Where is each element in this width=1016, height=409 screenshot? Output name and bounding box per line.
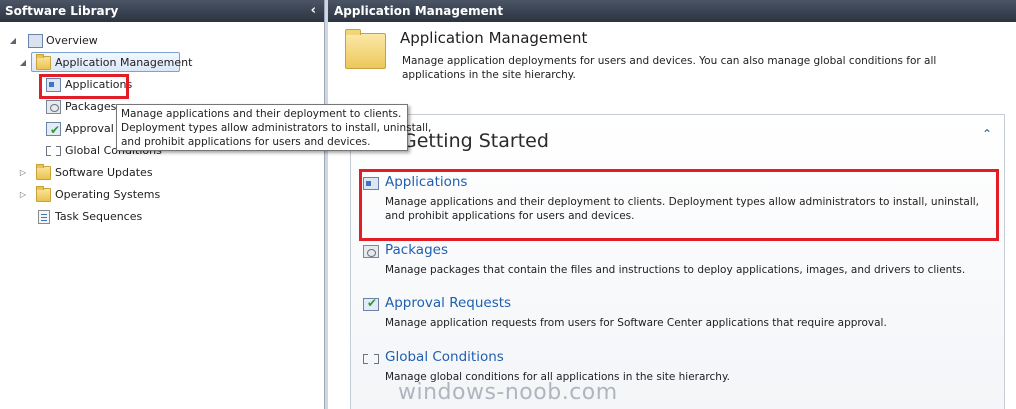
packages-link[interactable]: Packages xyxy=(385,242,448,258)
tooltip-line: Deployment types allow administrators to… xyxy=(121,122,432,134)
highlight-box-applications-node xyxy=(39,74,129,99)
expanded-arrow-icon[interactable]: ◢ xyxy=(18,53,28,73)
collapsed-arrow-icon[interactable]: ▷ xyxy=(18,185,28,205)
application-management-folder-icon xyxy=(345,29,386,69)
expanded-arrow-icon[interactable]: ◢ xyxy=(8,31,18,51)
tree-item-label: Application Management xyxy=(55,56,193,69)
tree-item-label: Software Updates xyxy=(55,166,153,179)
tree-item-task-sequences[interactable]: Task Sequences xyxy=(0,207,200,227)
tooltip-line: and prohibit applications for users and … xyxy=(121,136,371,148)
page-title: Application Management xyxy=(400,29,588,47)
packages-icon xyxy=(363,245,379,258)
navigation-pane-header: Software Library ‹ xyxy=(0,0,324,22)
tree-item-application-management[interactable]: ◢ Application Management xyxy=(0,53,200,73)
content-pane-header: Application Management xyxy=(328,0,1016,22)
item-description: Manage application requests from users f… xyxy=(385,317,887,329)
overview-icon xyxy=(28,34,43,48)
folder-icon xyxy=(36,186,51,202)
watermark: windows-noob.com xyxy=(398,380,618,405)
tooltip-line: Manage applications and their deployment… xyxy=(121,108,402,120)
packages-icon xyxy=(46,100,61,114)
folder-icon xyxy=(36,54,51,70)
tree-item-label: Overview xyxy=(46,34,98,47)
collapse-pane-icon[interactable]: ‹ xyxy=(311,0,316,22)
tree-item-label: Operating Systems xyxy=(55,188,161,201)
tree-item-software-updates[interactable]: ▷ Software Updates xyxy=(0,163,200,183)
navigation-pane: Software Library ‹ ◢ Overview ◢ Applicat… xyxy=(0,0,431,409)
highlight-box-applications-item xyxy=(359,169,999,241)
global-conditions-link[interactable]: Global Conditions xyxy=(385,349,504,365)
getting-started-panel: Getting Started ⌃ Applications Manage ap… xyxy=(350,114,1005,409)
navigation-pane-title: Software Library xyxy=(5,4,119,18)
approval-requests-icon xyxy=(46,120,61,140)
global-conditions-icon xyxy=(363,352,379,365)
content-pane: Application Management Application Manag… xyxy=(328,0,1016,409)
tree-item-label: Task Sequences xyxy=(55,210,143,223)
tree-item-overview[interactable]: ◢ Overview xyxy=(0,31,200,51)
folder-icon xyxy=(36,164,51,180)
collapse-chevron-icon[interactable]: ⌃ xyxy=(982,127,992,141)
tree-item-operating-systems[interactable]: ▷ Operating Systems xyxy=(0,185,200,205)
collapsed-arrow-icon[interactable]: ▷ xyxy=(18,163,28,183)
page-description: Manage application deployments for users… xyxy=(402,55,937,81)
tree-item-label: Packages xyxy=(65,100,117,113)
item-description: Manage packages that contain the files a… xyxy=(385,264,966,276)
approval-requests-icon xyxy=(363,296,379,311)
task-sequences-icon xyxy=(38,210,50,224)
approval-requests-link[interactable]: Approval Requests xyxy=(385,295,511,311)
global-conditions-icon xyxy=(46,144,61,158)
applications-tooltip: Manage applications and their deployment… xyxy=(116,104,432,151)
